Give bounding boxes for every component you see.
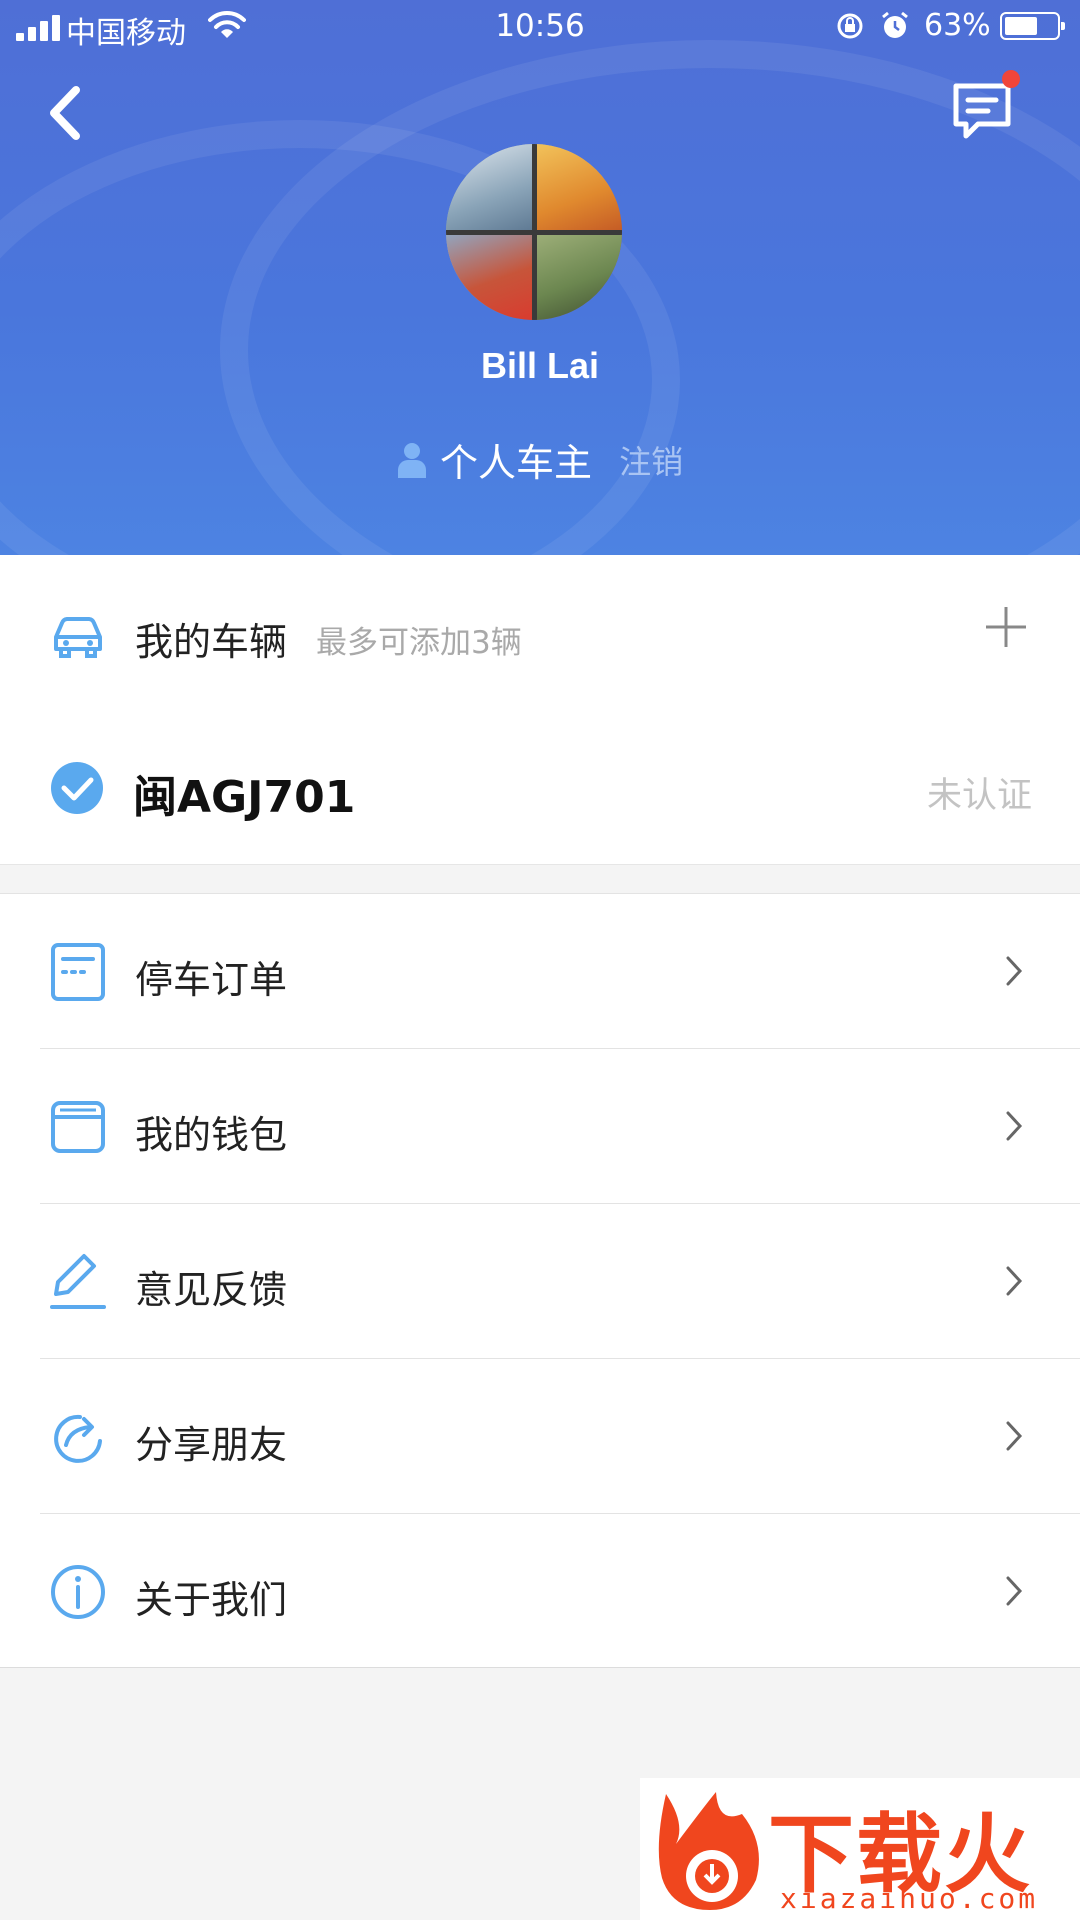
messages-button[interactable] [950,70,1020,142]
share-icon [54,1414,102,1463]
user-role: 个人车主 [439,441,592,485]
my-vehicles-card: 我的车辆 最多可添加3辆 闽AGJ701 未认证 [0,555,1080,865]
menu-item-share[interactable]: 分享朋友 [0,1359,1080,1514]
menu-label: 分享朋友 [135,1423,288,1467]
chevron-right-icon [1006,1421,1023,1451]
menu-item-parking-orders[interactable]: 停车订单 [0,894,1080,1049]
menu-item-feedback[interactable]: 意见反馈 [0,1204,1080,1359]
site-watermark: 下载火 xiazaihuo.com [640,1778,1080,1920]
my-vehicles-hint: 最多可添加3辆 [316,625,522,661]
chevron-right-icon [1006,1111,1023,1141]
car-icon [54,617,102,658]
menu-label: 意见反馈 [135,1268,288,1312]
vehicle-verification-status[interactable]: 未认证 [927,767,1032,818]
status-bar: 中国移动 10:56 63% [0,0,1080,54]
user-name: Bill Lai [480,345,600,386]
person-icon [397,442,426,478]
my-vehicles-title: 我的车辆 [135,620,288,664]
profile-header: 中国移动 10:56 63% Bill Lai 个人车主 注销 [0,0,1080,555]
watermark-url: xiazaihuo.com [780,1882,1039,1915]
vehicle-plate[interactable]: 闽AGJ701 [133,761,355,825]
info-icon [51,1565,105,1619]
menu-label: 停车订单 [135,958,288,1002]
clock-time: 10:56 [495,8,585,44]
battery-percent: 63% [924,8,991,43]
menu-list: 停车订单 我的钱包 意见反馈 分享朋友 关于我们 [0,893,1080,1668]
message-icon [953,83,1011,139]
chevron-right-icon [1006,1576,1023,1606]
menu-item-about-us[interactable]: 关于我们 [0,1514,1080,1669]
battery-icon [1000,12,1065,40]
unread-badge [1002,70,1020,88]
rotation-lock-icon [837,13,863,39]
alarm-icon [882,11,908,38]
logout-link[interactable]: 注销 [619,437,683,483]
avatar[interactable] [446,144,622,320]
menu-label: 我的钱包 [135,1113,288,1157]
flame-logo-icon [658,1792,759,1910]
receipt-icon [51,943,105,1001]
back-button[interactable] [40,82,90,144]
menu-label: 关于我们 [135,1578,288,1622]
verified-check-icon [51,762,103,814]
add-vehicle-button[interactable] [984,605,1028,649]
chevron-right-icon [1006,1266,1023,1296]
chevron-right-icon [1006,956,1023,986]
wallet-icon [51,1101,105,1153]
user-role-row: 个人车主 注销 [0,432,1080,487]
feedback-pencil-icon [50,1254,106,1309]
menu-item-wallet[interactable]: 我的钱包 [0,1049,1080,1204]
